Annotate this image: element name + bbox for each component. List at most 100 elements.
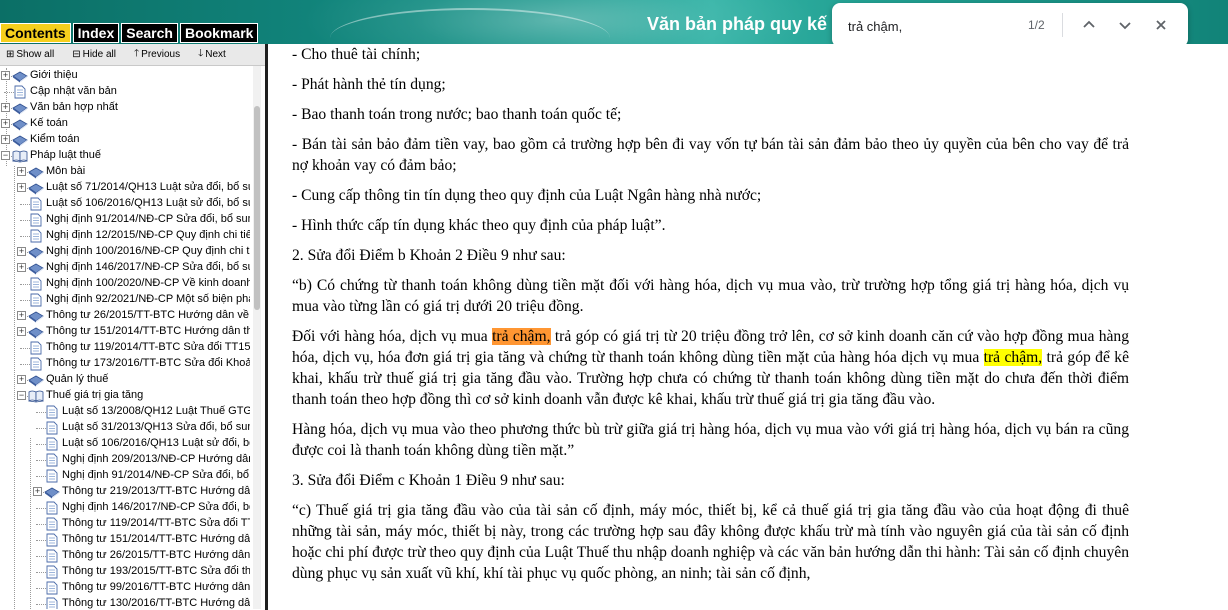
book-icon [28,261,44,275]
tree-item-label: Nghị định 12/2015/NĐ-CP Quy định chi tiế… [46,229,250,241]
find-previous-button[interactable] [1077,13,1101,37]
tree-item[interactable]: − Thuế giá trị gia tăng [0,388,250,404]
show-all-button[interactable]: ⊞ Show all [6,49,54,60]
tree-item[interactable]: + Văn bản hợp nhất [0,100,250,116]
tree-item[interactable]: + Nghị định 146/2017/NĐ-CP Sửa đổi, bổ su… [0,260,250,276]
hide-all-label: Hide all [82,49,116,60]
document-paragraph: - Bán tài sản bảo đảm tiền vay, bao gồm … [292,136,1129,174]
tree-item[interactable]: Luật số 106/2016/QH13 Luật sử đổi, bổ [0,436,250,452]
tree-item[interactable]: Thông tư 173/2016/TT-BTC Sửa đổi Khoản [0,356,250,372]
tree-item[interactable]: + Luật số 71/2014/QH13 Luật sửa đổi, bổ s… [0,180,250,196]
expand-node-button[interactable]: + [17,247,26,256]
find-close-button[interactable] [1149,13,1173,37]
expand-node-button[interactable]: + [17,375,26,384]
tree-item[interactable]: Nghị định 91/2014/NĐ-CP Sửa đổi, bổ [0,468,250,484]
expand-node-button[interactable]: + [1,119,10,128]
tree-item-label: Nghị định 100/2020/NĐ-CP Về kinh doanh [46,277,250,289]
tree-item[interactable]: Thông tư 119/2014/TT-BTC Sửa đổi TT [0,516,250,532]
tree-item[interactable]: + Quản lý thuế [0,372,250,388]
tree-item[interactable]: Thông tư 151/2014/TT-BTC Hướng dẫn [0,532,250,548]
expand-node-button[interactable]: + [1,71,10,80]
page-icon [44,405,60,419]
tree-item[interactable]: Nghị định 92/2021/NĐ-CP Một số biện pháp [0,292,250,308]
book-icon [28,309,44,323]
previous-button[interactable]: 🡑 Previous [134,46,180,63]
hide-all-button[interactable]: ⊟ Hide all [72,49,116,60]
find-next-button[interactable] [1113,13,1137,37]
book-icon [28,181,44,195]
tree-item[interactable]: Thông tư 130/2016/TT-BTC Hướng dẫn [0,596,250,609]
document-paragraph: - Phát hành thẻ tín dụng; [292,76,446,93]
collapse-node-button[interactable]: − [17,391,26,400]
page-icon [44,565,60,579]
tree-item[interactable]: Nghị định 209/2013/NĐ-CP Hướng dẫn [0,452,250,468]
document-paragraph: “c) Thuế giá trị gia tăng đầu vào của tà… [292,502,1129,582]
tree-item[interactable]: Luật số 106/2016/QH13 Luật sử đổi, bổ su… [0,196,250,212]
page-icon [44,597,60,609]
tree-item[interactable]: − Pháp luật thuế [0,148,250,164]
page-icon [28,357,44,371]
tab-search[interactable]: Search [121,23,178,43]
tree-item[interactable]: + Thông tư 151/2014/TT-BTC Hướng dẫn thi [0,324,250,340]
tree-item-label: Nghị định 146/2017/NĐ-CP Sửa đổi, bổ sun… [46,261,250,273]
expand-node-button[interactable]: + [17,167,26,176]
tree-scrollbar-thumb[interactable] [254,106,260,310]
open-book-icon [28,389,44,403]
tree-item[interactable]: Nghị định 146/2017/NĐ-CP Sửa đổi, bổ [0,500,250,516]
page-icon [28,277,44,291]
tree-item[interactable]: + Môn bài [0,164,250,180]
tab-contents[interactable]: Contents [0,23,71,43]
page-icon [44,517,60,531]
tree-item[interactable]: Thông tư 26/2015/TT-BTC Hướng dẫn [0,548,250,564]
tree-item[interactable]: Thông tư 119/2014/TT-BTC Sửa đổi TT156 [0,340,250,356]
document-paragraph: - Hình thức cấp tín dụng khác theo quy đ… [292,217,666,234]
tab-bookmark[interactable]: Bookmark [179,23,259,43]
tree-item-label: Nghị định 92/2021/NĐ-CP Một số biện pháp [46,293,250,305]
tree-item[interactable]: Cập nhật văn bản [0,84,250,100]
expand-node-button[interactable]: + [1,135,10,144]
collapse-node-button[interactable]: − [1,151,10,160]
tree-item-label: Thông tư 173/2016/TT-BTC Sửa đổi Khoản [46,357,250,369]
tree-item-label: Nghị định 209/2013/NĐ-CP Hướng dẫn [62,453,250,465]
tree-item-label: Nghị định 91/2014/NĐ-CP Sửa đổi, bổ sung [46,213,250,225]
expand-node-button[interactable]: + [17,327,26,336]
tree-item[interactable]: Thông tư 193/2015/TT-BTC Sửa đổi th [0,564,250,580]
expand-node-button[interactable]: + [17,263,26,272]
tree-item[interactable]: + Kế toán [0,116,250,132]
find-input[interactable] [848,16,1018,36]
tree-item[interactable]: Thông tư 99/2016/TT-BTC Hướng dẫn [0,580,250,596]
tree-item[interactable]: + Thông tư 219/2013/TT-BTC Hướng dẫn [0,484,250,500]
tree-item[interactable]: Luật số 13/2008/QH12 Luật Thuế GTGT [0,404,250,420]
tree-item-label: Thông tư 193/2015/TT-BTC Sửa đổi th [62,565,250,577]
tree-item[interactable]: + Kiểm toán [0,132,250,148]
tree-item[interactable]: Nghị định 91/2014/NĐ-CP Sửa đổi, bổ sung [0,212,250,228]
book-icon [12,133,28,147]
expand-node-button[interactable]: + [1,103,10,112]
tree-item-label: Thuế giá trị gia tăng [46,389,144,401]
tree-item[interactable]: + Thông tư 26/2015/TT-BTC Hướng dẫn về [0,308,250,324]
page-icon [44,549,60,563]
tree-item[interactable]: Nghị định 12/2015/NĐ-CP Quy định chi tiế… [0,228,250,244]
tree-scrollbar[interactable] [253,66,261,609]
next-button[interactable]: 🡓 Next [198,46,226,63]
document-paragraph: 2. Sửa đổi Điểm b Khoản 2 Điều 9 như sau… [292,247,566,264]
expand-node-button[interactable]: + [17,183,26,192]
expand-node-button[interactable]: + [17,311,26,320]
tree-item-label: Thông tư 151/2014/TT-BTC Hướng dẫn [62,533,250,545]
tree-item[interactable]: + Nghị định 100/2016/NĐ-CP Quy định chi t… [0,244,250,260]
tree-item-label: Luật số 13/2008/QH12 Luật Thuế GTGT [62,405,250,417]
tree-item[interactable]: Nghị định 100/2020/NĐ-CP Về kinh doanh [0,276,250,292]
previous-label: Previous [141,49,181,60]
tab-index[interactable]: Index [72,23,120,43]
tree-item-label: Kiểm toán [30,133,80,145]
expand-node-button[interactable]: + [33,487,42,496]
document-body: - Cho thuê tài chính; - Phát hành thẻ tí… [292,44,1129,593]
arrow-down-icon: 🡓 [198,48,204,59]
page-icon [44,501,60,515]
tree-item[interactable]: Luật số 31/2013/QH13 Sửa đổi, bổ sung [0,420,250,436]
tree-item[interactable]: + Giới thiệu [0,68,250,84]
document-pane: - Cho thuê tài chính; - Phát hành thẻ tí… [271,44,1228,610]
page-icon [28,197,44,211]
tree-item-label: Thông tư 130/2016/TT-BTC Hướng dẫn [62,597,250,609]
tree-item-label: Quản lý thuế [46,373,109,385]
